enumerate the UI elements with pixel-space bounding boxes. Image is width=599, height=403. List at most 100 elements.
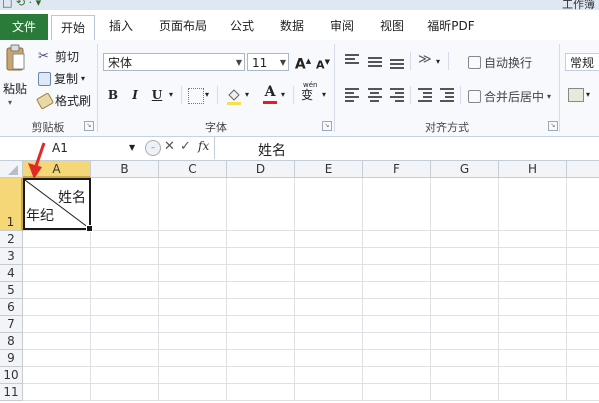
phonetic-button[interactable]: wén 变 bbox=[301, 81, 317, 103]
font-size-combo[interactable]: 11 ▼ bbox=[247, 53, 289, 71]
cell[interactable] bbox=[499, 178, 567, 231]
wrap-text-button[interactable]: 自动换行 bbox=[468, 54, 532, 71]
cell[interactable] bbox=[431, 367, 499, 384]
cell[interactable] bbox=[227, 265, 295, 282]
fill-handle[interactable] bbox=[86, 225, 93, 232]
row-header-7[interactable]: 7 bbox=[0, 316, 23, 333]
cell[interactable] bbox=[23, 350, 91, 367]
cell[interactable] bbox=[567, 316, 599, 333]
cell[interactable] bbox=[431, 265, 499, 282]
cell[interactable] bbox=[227, 231, 295, 248]
row-header-11[interactable]: 11 bbox=[0, 384, 23, 401]
cell[interactable] bbox=[567, 384, 599, 401]
cell[interactable] bbox=[227, 178, 295, 231]
cell[interactable] bbox=[227, 333, 295, 350]
cell-a1[interactable]: 姓名 年纪 bbox=[23, 178, 93, 232]
phonetic-dropdown-icon[interactable]: ▾ bbox=[322, 90, 326, 99]
row-header-5[interactable]: 5 bbox=[0, 282, 23, 299]
cell[interactable] bbox=[567, 265, 599, 282]
cell[interactable] bbox=[431, 282, 499, 299]
cell[interactable] bbox=[23, 265, 91, 282]
collapse-icon[interactable]: – bbox=[145, 140, 161, 156]
copy-button[interactable]: 复制 ▾ bbox=[38, 70, 85, 87]
row-header-1[interactable]: 1 bbox=[0, 178, 23, 231]
enter-icon[interactable]: ✓ bbox=[180, 139, 191, 154]
decrease-indent-icon[interactable] bbox=[418, 88, 432, 102]
cell[interactable] bbox=[295, 248, 363, 265]
tab-review[interactable]: 审阅 bbox=[324, 16, 360, 36]
cell[interactable] bbox=[567, 299, 599, 316]
tab-insert[interactable]: 插入 bbox=[104, 16, 138, 36]
tab-formulas[interactable]: 公式 bbox=[224, 16, 260, 36]
cell[interactable] bbox=[431, 333, 499, 350]
cell[interactable] bbox=[23, 231, 91, 248]
name-box[interactable]: A1 ▼ bbox=[0, 139, 140, 157]
italic-button[interactable]: I bbox=[126, 86, 144, 104]
paste-icon[interactable] bbox=[4, 44, 26, 72]
align-right-icon[interactable] bbox=[390, 88, 404, 102]
cell[interactable] bbox=[499, 333, 567, 350]
font-name-combo[interactable]: 宋体 ▼ bbox=[103, 53, 245, 71]
paste-button[interactable]: 粘贴 bbox=[3, 80, 27, 97]
cell[interactable] bbox=[295, 178, 363, 231]
align-left-icon[interactable] bbox=[345, 88, 359, 102]
cell[interactable] bbox=[159, 333, 227, 350]
tab-page-layout[interactable]: 页面布局 bbox=[152, 16, 214, 36]
cell[interactable] bbox=[567, 333, 599, 350]
cell[interactable] bbox=[499, 384, 567, 401]
cell[interactable] bbox=[227, 384, 295, 401]
cell[interactable] bbox=[295, 231, 363, 248]
paste-dropdown-icon[interactable]: ▾ bbox=[8, 98, 12, 107]
orientation-dropdown-icon[interactable]: ▾ bbox=[436, 57, 440, 66]
cell[interactable] bbox=[363, 350, 431, 367]
font-color-button[interactable]: A bbox=[262, 84, 278, 104]
cell[interactable] bbox=[295, 265, 363, 282]
cancel-icon[interactable]: ✕ bbox=[164, 139, 175, 154]
cell[interactable] bbox=[159, 384, 227, 401]
column-header-d[interactable]: D bbox=[227, 161, 295, 178]
formula-input[interactable]: 姓名 bbox=[258, 140, 286, 160]
cell[interactable] bbox=[363, 333, 431, 350]
cell[interactable] bbox=[159, 178, 227, 231]
orientation-icon[interactable]: ≫ bbox=[418, 52, 432, 67]
cell[interactable] bbox=[567, 367, 599, 384]
cell[interactable] bbox=[499, 367, 567, 384]
copy-dropdown-icon[interactable]: ▾ bbox=[81, 74, 85, 83]
cell[interactable] bbox=[431, 178, 499, 231]
cell[interactable] bbox=[23, 299, 91, 316]
merge-dropdown-icon[interactable]: ▾ bbox=[547, 92, 551, 101]
merge-center-button[interactable]: 合并后居中 ▾ bbox=[468, 88, 551, 105]
cell[interactable] bbox=[23, 316, 91, 333]
tab-file[interactable]: 文件 bbox=[0, 14, 48, 40]
cell[interactable] bbox=[227, 248, 295, 265]
insert-function-button[interactable]: fx bbox=[198, 139, 209, 153]
cell[interactable] bbox=[91, 333, 159, 350]
cell[interactable] bbox=[295, 282, 363, 299]
column-header-g[interactable]: G bbox=[431, 161, 499, 178]
cell[interactable] bbox=[431, 231, 499, 248]
cell[interactable] bbox=[431, 316, 499, 333]
alignment-launcher-icon[interactable]: ↘ bbox=[548, 121, 558, 131]
cell[interactable] bbox=[91, 265, 159, 282]
cell[interactable] bbox=[363, 231, 431, 248]
cell[interactable] bbox=[91, 178, 159, 231]
column-header-c[interactable]: C bbox=[159, 161, 227, 178]
align-middle-icon[interactable] bbox=[368, 57, 382, 67]
cell[interactable] bbox=[567, 178, 599, 231]
cell[interactable] bbox=[91, 384, 159, 401]
column-header-h[interactable]: H bbox=[499, 161, 567, 178]
cell[interactable] bbox=[431, 248, 499, 265]
row-header-3[interactable]: 3 bbox=[0, 248, 23, 265]
cell[interactable] bbox=[363, 384, 431, 401]
cell[interactable] bbox=[227, 282, 295, 299]
align-center-icon[interactable] bbox=[368, 88, 382, 102]
border-icon[interactable] bbox=[188, 88, 204, 104]
cell[interactable] bbox=[23, 384, 91, 401]
cell[interactable] bbox=[499, 299, 567, 316]
cell[interactable] bbox=[295, 367, 363, 384]
cell[interactable] bbox=[23, 248, 91, 265]
column-header-e[interactable]: E bbox=[295, 161, 363, 178]
row-header-4[interactable]: 4 bbox=[0, 265, 23, 282]
cell[interactable] bbox=[567, 282, 599, 299]
cell[interactable] bbox=[295, 316, 363, 333]
